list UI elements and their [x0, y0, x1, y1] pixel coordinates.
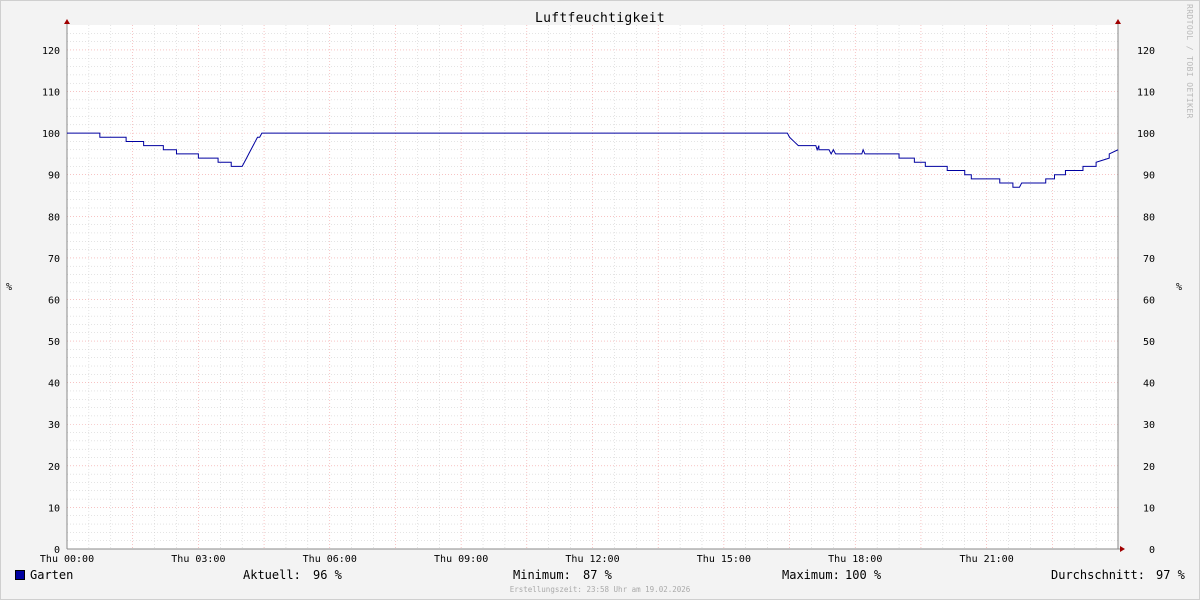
legend-avg-value: 97 % — [1156, 568, 1185, 582]
x-tick-label: Thu 15:00 — [697, 554, 751, 565]
y-axis-unit-right: % — [1176, 282, 1183, 293]
legend-min-label: Minimum: — [513, 568, 571, 582]
y-tick-label-right: 60 — [1143, 295, 1155, 306]
y-tick-label-right: 110 — [1137, 88, 1155, 99]
y-tick-label-left: 20 — [48, 462, 60, 473]
chart-title: Luftfeuchtigkeit — [534, 11, 666, 26]
y-axis-unit-left: % — [6, 282, 13, 293]
y-tick-label-right: 70 — [1143, 254, 1155, 265]
y-tick-label-left: 10 — [48, 503, 60, 514]
y-tick-label-left: 50 — [48, 337, 60, 348]
x-tick-label: Thu 00:00 — [40, 554, 94, 565]
legend-max-label: Maximum: — [782, 568, 840, 582]
x-tick-label: Thu 18:00 — [828, 554, 882, 565]
y-tick-label-right: 120 — [1137, 46, 1155, 57]
y-tick-label-right: 20 — [1143, 462, 1155, 473]
y-tick-label-left: 70 — [48, 254, 60, 265]
x-tick-label: Thu 06:00 — [303, 554, 357, 565]
y-tick-label-left: 100 — [42, 129, 60, 140]
legend-current-label: Aktuell: — [243, 568, 301, 582]
y-tick-label-left: 80 — [48, 212, 60, 223]
y-tick-label-right: 40 — [1143, 379, 1155, 390]
creation-timestamp: Erstellungszeit: 23:58 Uhr am 19.02.2026 — [509, 585, 691, 594]
y-tick-label-right: 90 — [1143, 171, 1155, 182]
y-tick-label-right: 30 — [1143, 420, 1155, 431]
y-tick-label-right: 10 — [1143, 503, 1155, 514]
y-tick-label-right: 0 — [1149, 545, 1155, 556]
y-tick-label-left: 40 — [48, 379, 60, 390]
rrdtool-watermark: RRDTOOL / TOBI OETIKER — [1185, 4, 1194, 119]
legend-max-value: 100 % — [845, 568, 882, 582]
y-tick-label-left: 30 — [48, 420, 60, 431]
x-tick-label: Thu 03:00 — [171, 554, 225, 565]
x-tick-label: Thu 09:00 — [434, 554, 488, 565]
chart-plot-svg: 0 010 1020 2030 3040 4050 5060 6070 7080 8090 9010… — [40, 19, 1155, 565]
legend-color-swatch — [15, 570, 25, 580]
y-tick-label-right: 100 — [1137, 129, 1155, 140]
y-tick-label-right: 80 — [1143, 212, 1155, 223]
y-tick-label-left: 60 — [48, 295, 60, 306]
legend-series-name: Garten — [30, 568, 74, 582]
x-tick-label: Thu 12:00 — [565, 554, 619, 565]
legend-avg-label: Durchschnitt: — [1051, 568, 1145, 582]
y-tick-label-left: 120 — [42, 46, 60, 57]
legend-current-value: 96 % — [313, 568, 342, 582]
y-tick-label-left: 90 — [48, 171, 60, 182]
y-tick-label-left: 110 — [42, 88, 60, 99]
x-axis-arrow — [1120, 546, 1125, 552]
y-tick-label-right: 50 — [1143, 337, 1155, 348]
legend-min-value: 87 % — [583, 568, 612, 582]
x-tick-label: Thu 21:00 — [960, 554, 1014, 565]
